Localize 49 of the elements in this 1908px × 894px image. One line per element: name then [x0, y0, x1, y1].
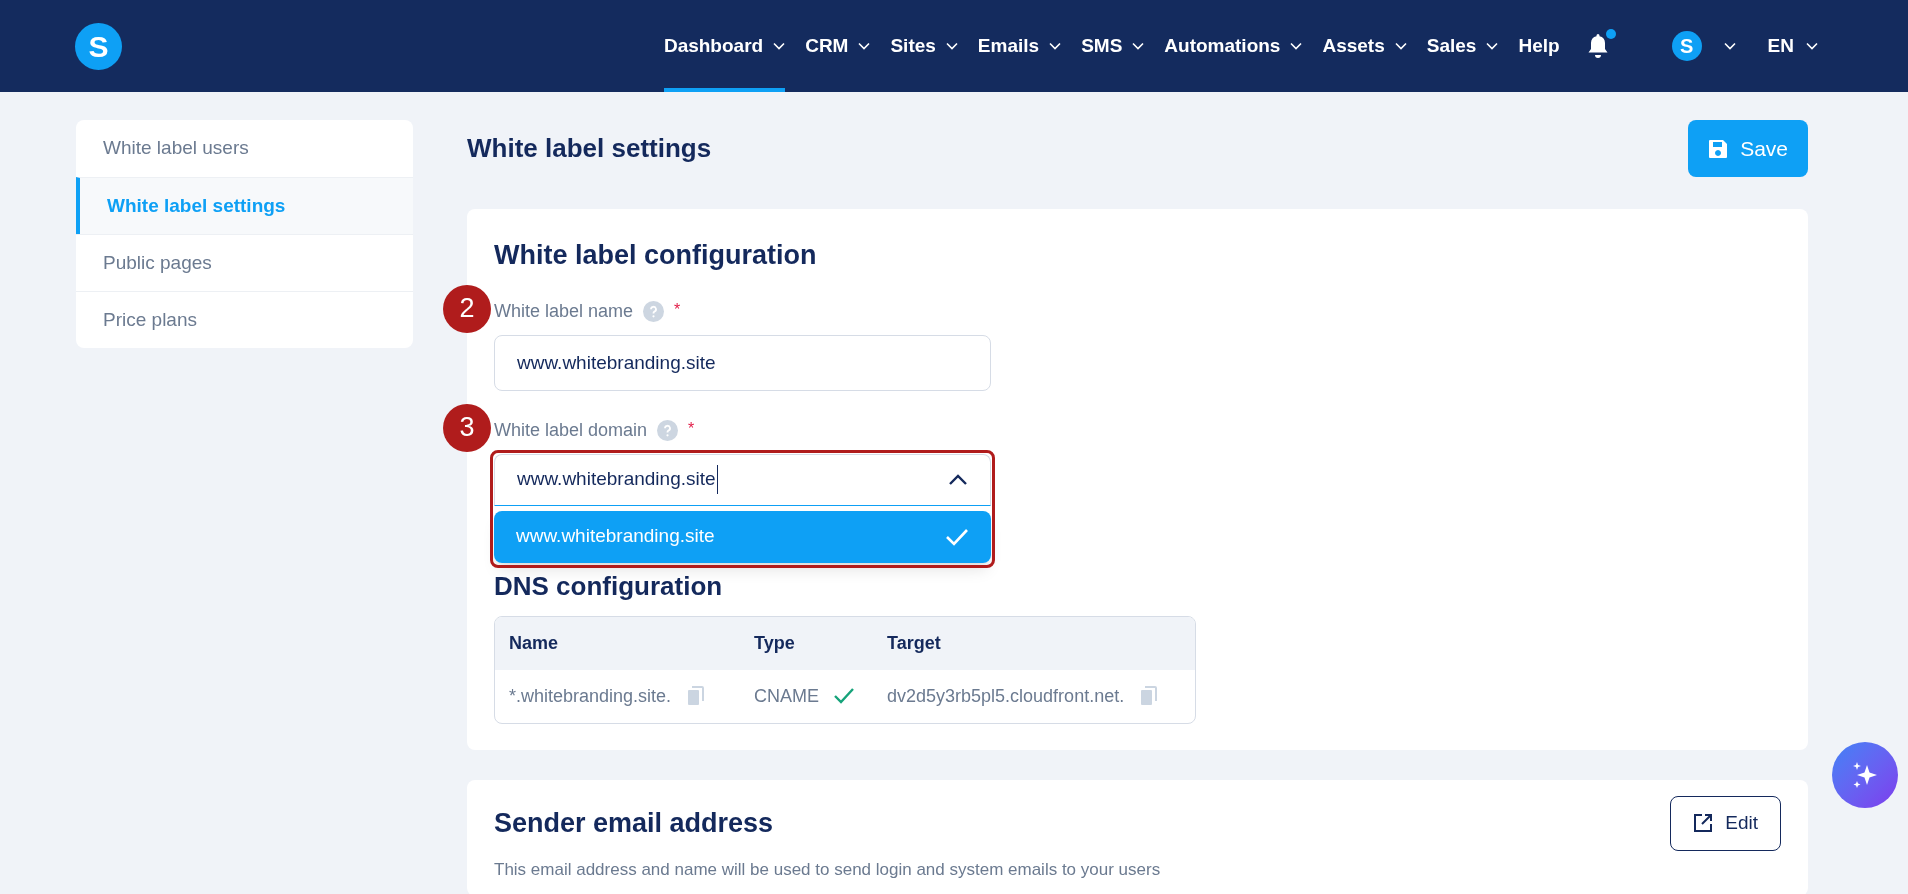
nav-menu-item[interactable]: Sales [1426, 0, 1499, 92]
required-mark: * [674, 299, 681, 320]
chevron-down-icon [1806, 42, 1818, 50]
save-icon [1708, 138, 1729, 159]
nav-menu-item[interactable]: CRM [805, 0, 871, 92]
table-cell-text: dv2d5y3rb5pl5.cloudfront.net. [887, 684, 1125, 708]
help-link[interactable]: Help [1518, 31, 1560, 61]
chevron-down-icon [945, 42, 958, 50]
chevron-down-icon [1394, 42, 1407, 50]
table-cell-text: CNAME [754, 684, 819, 708]
card-description: This email address and name will be used to send login and system emails to your users [494, 858, 1162, 881]
select-field[interactable]: www.whitebranding.site [494, 453, 991, 506]
help-icon [643, 300, 665, 322]
column-header: Target [887, 631, 942, 655]
chevron-down-icon [1486, 42, 1499, 50]
chevron-down-icon [1723, 42, 1736, 50]
edit-button[interactable]: Edit [1670, 795, 1781, 851]
chevron-up-icon [948, 473, 968, 486]
external-link-icon [1693, 813, 1714, 833]
language-selector[interactable]: EN [1767, 31, 1818, 61]
step-badge: 3 [443, 403, 491, 452]
chevron-down-icon [1049, 42, 1062, 50]
help-icon [657, 419, 679, 441]
field-label: White label name [494, 299, 634, 323]
column-header: Type [754, 631, 796, 655]
table-cell-text: *.whitebranding.site. [509, 684, 672, 708]
chevron-down-icon [1290, 42, 1303, 50]
nav-menu-item[interactable]: Assets [1322, 0, 1407, 92]
required-mark: * [688, 418, 695, 439]
check-icon [945, 527, 969, 546]
column-header: Name [509, 631, 560, 655]
step-badge: 2 [443, 284, 491, 333]
sidebar-item[interactable]: Public pages [76, 234, 413, 291]
chevron-down-icon [773, 42, 786, 50]
nav-menu-item[interactable]: Sites [890, 0, 958, 92]
chevron-down-icon [858, 42, 871, 50]
chevron-down-icon [1132, 42, 1145, 50]
nav-menu-item[interactable]: SMS [1081, 0, 1145, 92]
card-title: Sender email address [494, 806, 774, 840]
field-label: White label domain [494, 418, 648, 442]
sidebar-item[interactable]: Price plans [76, 291, 413, 348]
page-title: White label settings [467, 132, 712, 165]
text-field[interactable]: www.whitebranding.site [494, 334, 991, 391]
nav-menu-item[interactable]: Dashboard [663, 0, 786, 92]
card-title: White label configuration [494, 239, 818, 272]
section-title: DNS configuration [494, 569, 724, 602]
sidebar-item[interactable]: White label users [76, 120, 413, 177]
nav-menu-item[interactable]: Automations [1164, 0, 1303, 92]
nav-menu-item[interactable]: Emails [977, 0, 1062, 92]
